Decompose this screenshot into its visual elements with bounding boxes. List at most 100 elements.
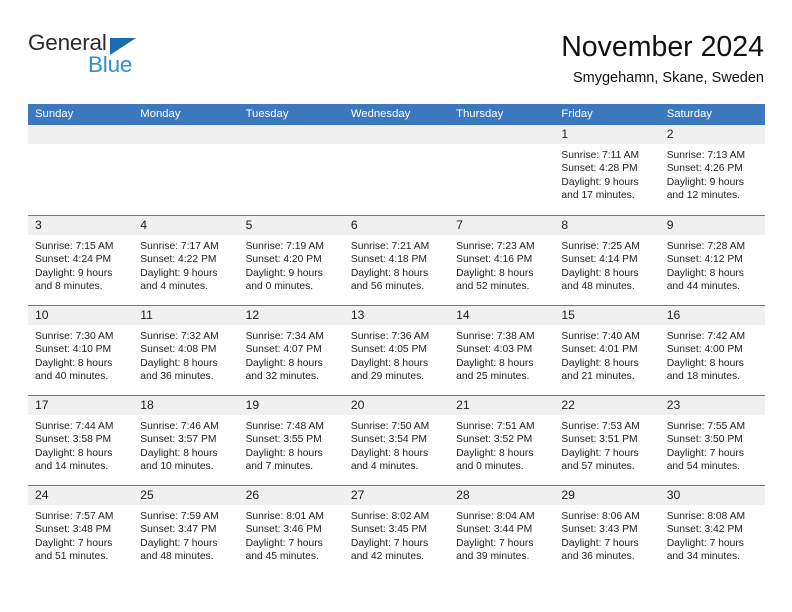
day-number: 27	[350, 488, 365, 502]
sunset-text: Sunset: 3:52 PM	[456, 434, 533, 446]
sunset-text: Sunset: 4:10 PM	[35, 344, 112, 356]
day-number: 2	[666, 127, 674, 141]
sunset-text: Sunset: 4:01 PM	[561, 344, 638, 356]
day-cell[interactable]: 28 Sunrise: 8:04 AM Sunset: 3:44 PM Dayligh…	[449, 486, 555, 575]
day-cell[interactable]: 9 Sunrise: 7:28 AM Sunset: 4:12 PM Daylight…	[659, 216, 765, 305]
sunset-text: Sunset: 4:00 PM	[666, 344, 743, 356]
day-cell[interactable]: 18 Sunrise: 7:46 AM Sunset: 3:57 PM Dayligh…	[133, 396, 239, 485]
day-cell[interactable]: 16 Sunrise: 7:42 AM Sunset: 4:00 PM Dayligh…	[659, 306, 765, 395]
day-number: 8	[561, 218, 569, 232]
day-cell[interactable]: 8 Sunrise: 7:25 AM Sunset: 4:14 PM Daylight…	[554, 216, 660, 305]
weekday-header-wednesday: Wednesday	[350, 108, 411, 120]
day-cell[interactable]	[343, 125, 450, 215]
day-number: 26	[245, 488, 260, 502]
sunset-text: Sunset: 4:28 PM	[561, 163, 638, 175]
sunrise-text: Sunrise: 7:32 AM	[140, 331, 219, 342]
daylight-text-line1: Daylight: 9 hours	[35, 267, 113, 279]
sunrise-text: Sunrise: 7:11 AM	[561, 150, 640, 161]
title-block: November 2024 Smygehamn, Skane, Sweden	[561, 30, 764, 89]
sunset-text: Sunset: 3:55 PM	[245, 434, 322, 446]
day-cell[interactable]: 21 Sunrise: 7:51 AM Sunset: 3:52 PM Dayligh…	[449, 396, 555, 485]
day-number: 14	[456, 308, 470, 322]
sunrise-text: Sunrise: 8:02 AM	[350, 511, 430, 522]
weekday-header-friday: Friday	[561, 108, 593, 120]
day-cell[interactable]: 20 Sunrise: 7:50 AM Sunset: 3:54 PM Dayligh…	[343, 396, 450, 485]
day-cell[interactable]: 25 Sunrise: 7:59 AM Sunset: 3:47 PM Dayligh…	[133, 486, 239, 575]
daylight-text-line1: Daylight: 8 hours	[35, 447, 113, 459]
day-number: 15	[561, 308, 575, 322]
day-number: 17	[35, 398, 49, 412]
general-blue-logo[interactable]: General Blue	[28, 30, 248, 88]
daylight-text-line2: and 48 minutes.	[140, 551, 214, 563]
sunrise-text: Sunrise: 7:44 AM	[35, 421, 114, 432]
sunset-text: Sunset: 4:24 PM	[35, 254, 112, 266]
day-cell[interactable]: 6 Sunrise: 7:21 AM Sunset: 4:18 PM Daylight…	[343, 216, 450, 305]
daylight-text-line1: Daylight: 7 hours	[350, 537, 429, 549]
day-cell[interactable]: 5 Sunrise: 7:19 AM Sunset: 4:20 PM Daylight…	[238, 216, 344, 305]
day-cell[interactable]: 12 Sunrise: 7:34 AM Sunset: 4:07 PM Dayligh…	[238, 306, 344, 395]
day-number: 29	[561, 488, 575, 502]
day-cell[interactable]: 24 Sunrise: 7:57 AM Sunset: 3:48 PM Dayligh…	[28, 486, 134, 575]
page-subtitle: Smygehamn, Skane, Sweden	[572, 70, 764, 86]
day-number: 16	[666, 308, 681, 322]
day-cell[interactable]: 22 Sunrise: 7:53 AM Sunset: 3:51 PM Dayligh…	[554, 396, 660, 485]
daylight-text-line2: and 0 minutes.	[456, 461, 524, 473]
day-cell[interactable]: 11 Sunrise: 7:32 AM Sunset: 4:08 PM Dayligh…	[133, 306, 239, 395]
day-cell[interactable]: 30 Sunrise: 8:08 AM Sunset: 3:42 PM Dayligh…	[659, 486, 765, 575]
week-row: 1 Sunrise: 7:11 AM Sunset: 4:28 PM Daylight…	[28, 125, 765, 215]
day-number: 23	[666, 398, 681, 412]
sunset-text: Sunset: 4:03 PM	[456, 344, 533, 356]
sunrise-text: Sunrise: 7:46 AM	[140, 421, 219, 432]
daylight-text-line1: Daylight: 8 hours	[561, 267, 639, 279]
day-cell[interactable]: 14 Sunrise: 7:38 AM Sunset: 4:03 PM Dayligh…	[449, 306, 555, 395]
daylight-text-line1: Daylight: 8 hours	[561, 357, 639, 369]
day-number: 11	[140, 308, 153, 322]
day-cell[interactable]: 17 Sunrise: 7:44 AM Sunset: 3:58 PM Dayligh…	[28, 396, 134, 485]
day-cell[interactable]: 13 Sunrise: 7:36 AM Sunset: 4:05 PM Dayligh…	[343, 306, 450, 395]
weekday-header-tuesday: Tuesday	[245, 108, 289, 120]
sunrise-text: Sunrise: 7:51 AM	[456, 421, 535, 432]
day-cell[interactable]: 27 Sunrise: 8:02 AM Sunset: 3:45 PM Dayligh…	[343, 486, 450, 575]
day-number: 30	[666, 488, 681, 502]
day-number: 7	[456, 218, 463, 232]
day-cell[interactable]: 26 Sunrise: 8:01 AM Sunset: 3:46 PM Dayligh…	[238, 486, 344, 575]
sunrise-text: Sunrise: 8:08 AM	[666, 511, 746, 522]
day-cell[interactable]: 1 Sunrise: 7:11 AM Sunset: 4:28 PM Daylight…	[554, 125, 660, 215]
daylight-text-line2: and 34 minutes.	[666, 551, 740, 563]
day-cell[interactable]: 19 Sunrise: 7:48 AM Sunset: 3:55 PM Dayligh…	[238, 396, 344, 485]
daylight-text-line1: Daylight: 8 hours	[456, 267, 534, 279]
daylight-text-line2: and 57 minutes.	[561, 461, 635, 473]
daylight-text-line2: and 40 minutes.	[35, 371, 109, 383]
daylight-text-line2: and 36 minutes.	[561, 551, 635, 563]
day-cell[interactable]	[133, 125, 239, 215]
day-cell[interactable]: 4 Sunrise: 7:17 AM Sunset: 4:22 PM Daylight…	[133, 216, 239, 305]
daylight-text-line1: Daylight: 7 hours	[456, 537, 534, 549]
day-cell[interactable]	[449, 125, 555, 215]
sunset-text: Sunset: 4:14 PM	[561, 254, 638, 266]
weekday-header-row: Sunday Monday Tuesday Wednesday Thursday…	[28, 104, 765, 125]
sunset-text: Sunset: 3:50 PM	[666, 434, 743, 446]
sunset-text: Sunset: 3:46 PM	[245, 524, 322, 536]
day-cell[interactable]: 2 Sunrise: 7:13 AM Sunset: 4:26 PM Daylight…	[659, 125, 765, 215]
daylight-text-line1: Daylight: 8 hours	[666, 357, 744, 369]
sunrise-text: Sunrise: 7:30 AM	[35, 331, 114, 342]
sunset-text: Sunset: 4:18 PM	[350, 254, 427, 266]
daylight-text-line2: and 32 minutes.	[245, 371, 319, 383]
day-cell[interactable]: 15 Sunrise: 7:40 AM Sunset: 4:01 PM Dayligh…	[554, 306, 660, 395]
day-cell[interactable]: 23 Sunrise: 7:55 AM Sunset: 3:50 PM Dayligh…	[659, 396, 765, 485]
day-cell[interactable]: 29 Sunrise: 8:06 AM Sunset: 3:43 PM Dayligh…	[554, 486, 660, 575]
calendar-grid: Sunday Monday Tuesday Wednesday Thursday…	[28, 104, 765, 575]
day-number: 3	[35, 218, 42, 232]
page-header: General Blue November 2024 Smygehamn, Sk…	[28, 30, 764, 92]
day-cell[interactable]: 7 Sunrise: 7:23 AM Sunset: 4:16 PM Daylight…	[449, 216, 555, 305]
day-cell[interactable]: 10 Sunrise: 7:30 AM Sunset: 4:10 PM Dayligh…	[28, 306, 134, 395]
sunrise-text: Sunrise: 7:59 AM	[140, 511, 219, 522]
day-cell[interactable]: 3 Sunrise: 7:15 AM Sunset: 4:24 PM Daylight…	[28, 216, 134, 305]
week-row: 17 Sunrise: 7:44 AM Sunset: 3:58 PM Dayligh…	[28, 395, 765, 485]
weekday-header-sunday: Sunday	[35, 108, 74, 120]
day-cell[interactable]	[238, 125, 344, 215]
daylight-text-line2: and 14 minutes.	[35, 461, 109, 473]
daylight-text-line2: and 12 minutes.	[666, 190, 740, 202]
day-cell[interactable]	[28, 125, 134, 215]
daylight-text-line2: and 45 minutes.	[245, 551, 319, 563]
